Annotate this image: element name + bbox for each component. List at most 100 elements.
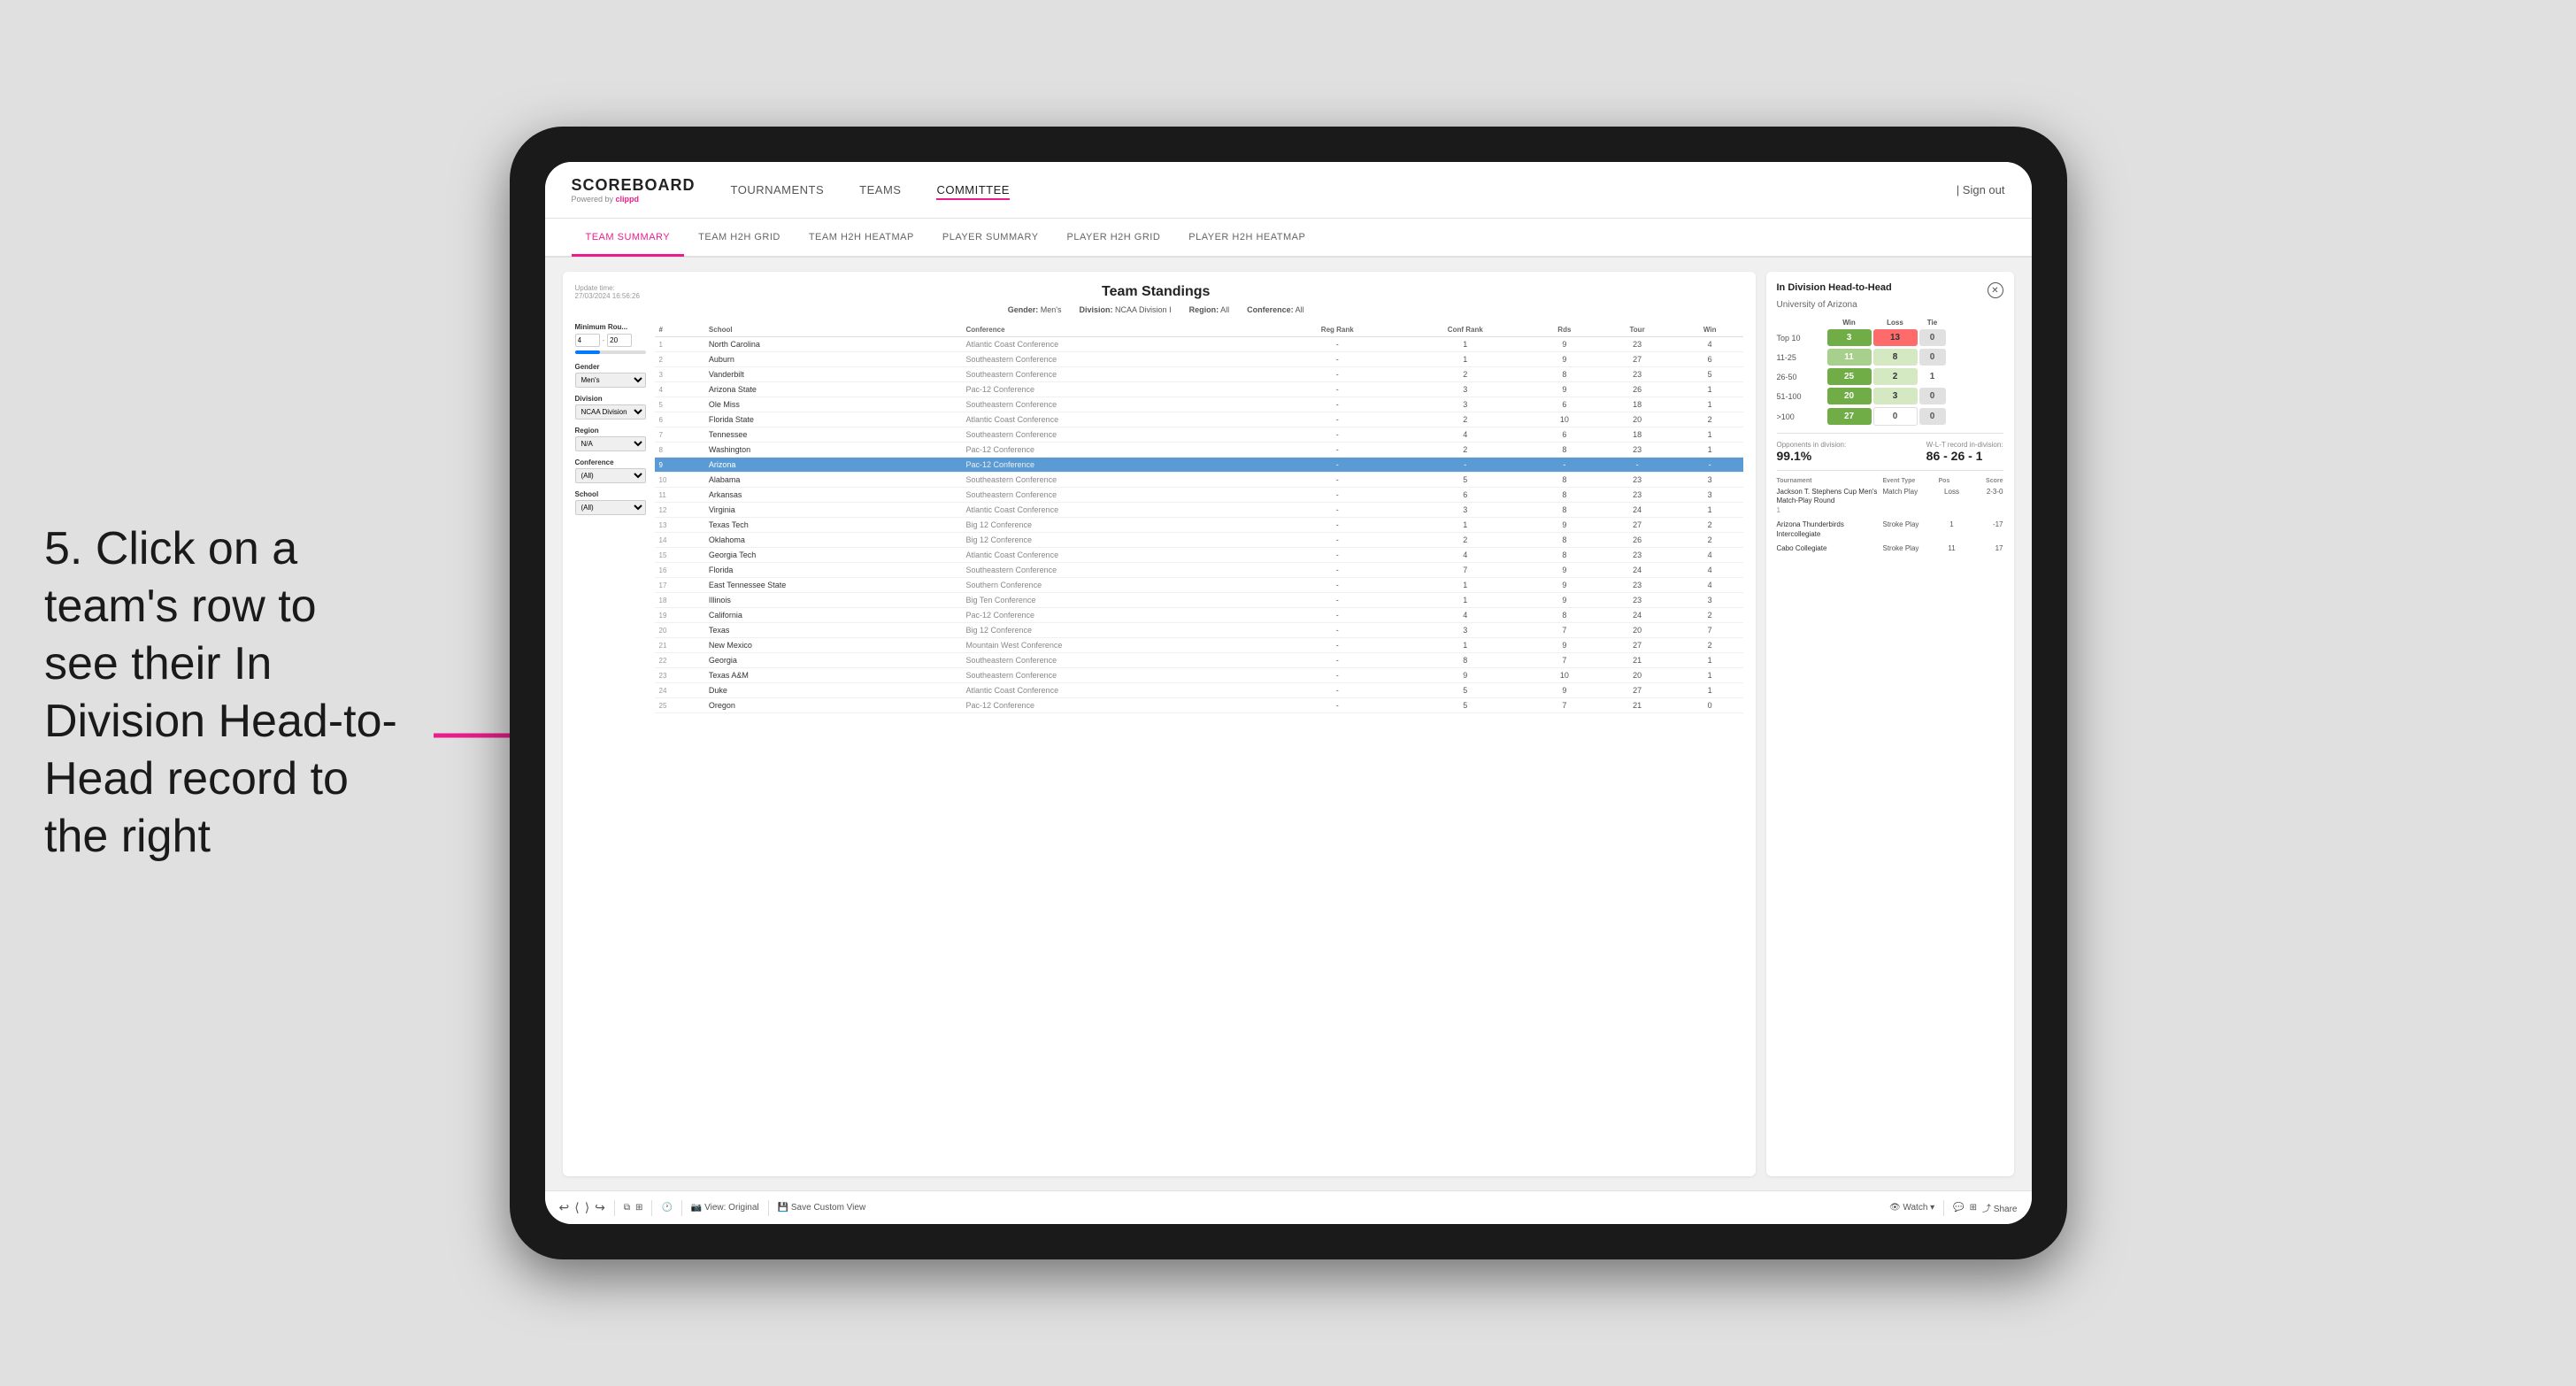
main-area: Update time: 27/03/2024 16:56:26 Team St… [545, 258, 2032, 1190]
cell-reg-rank: - [1275, 367, 1399, 382]
tournament-pos: Loss [1939, 488, 1965, 496]
cell-reg-rank: - [1275, 593, 1399, 608]
table-row[interactable]: 22 Georgia Southeastern Conference - 8 7… [655, 653, 1743, 668]
toolbar-divider1 [614, 1200, 615, 1216]
table-row[interactable]: 14 Oklahoma Big 12 Conference - 2 8 26 2 [655, 533, 1743, 548]
min-rounds-input[interactable] [575, 334, 600, 347]
cell-tour: 27 [1597, 638, 1677, 653]
cell-win: 4 [1677, 548, 1743, 563]
comment-button[interactable]: 💬 [1953, 1203, 1964, 1213]
school-select[interactable]: (All) [575, 500, 646, 515]
table-row[interactable]: 6 Florida State Atlantic Coast Conferenc… [655, 412, 1743, 427]
view-original-button[interactable]: 📷 View: Original [691, 1203, 759, 1213]
h2h-range-label: Top 10 [1777, 334, 1826, 343]
table-row[interactable]: 17 East Tennessee State Southern Confere… [655, 578, 1743, 593]
table-row[interactable]: 10 Alabama Southeastern Conference - 5 8… [655, 473, 1743, 488]
table-row[interactable]: 12 Virginia Atlantic Coast Conference - … [655, 503, 1743, 518]
nav-committee[interactable]: COMMITTEE [936, 180, 1010, 200]
sub-nav-player-summary[interactable]: PLAYER SUMMARY [928, 219, 1053, 257]
conference-filter: Conference: All [1247, 305, 1304, 314]
nav-teams[interactable]: TEAMS [859, 180, 901, 200]
table-row[interactable]: 11 Arkansas Southeastern Conference - 6 … [655, 488, 1743, 503]
cell-school: Arizona [704, 458, 962, 473]
cell-tour: 26 [1597, 382, 1677, 397]
cell-conf-rank: 6 [1399, 488, 1531, 503]
h2h-opponents-label: Opponents in division: [1777, 441, 1847, 449]
table-row[interactable]: 8 Washington Pac-12 Conference - 2 8 23 … [655, 443, 1743, 458]
grid-button[interactable]: ⊞ [1970, 1203, 1977, 1213]
table-row[interactable]: 25 Oregon Pac-12 Conference - 5 7 21 0 [655, 698, 1743, 713]
gender-select[interactable]: Men's [575, 373, 646, 388]
table-row[interactable]: 15 Georgia Tech Atlantic Coast Conferenc… [655, 548, 1743, 563]
table-row[interactable]: 24 Duke Atlantic Coast Conference - 5 9 … [655, 683, 1743, 698]
h2h-loss-cell: 8 [1873, 349, 1918, 366]
step-forward-button[interactable]: ⟩ [585, 1200, 589, 1215]
table-row[interactable]: 9 Arizona Pac-12 Conference - - - - - [655, 458, 1743, 473]
cell-conf-rank: 5 [1399, 683, 1531, 698]
redo-button[interactable]: ↪ [595, 1200, 605, 1215]
table-row[interactable]: 1 North Carolina Atlantic Coast Conferen… [655, 337, 1743, 352]
table-row[interactable]: 3 Vanderbilt Southeastern Conference - 2… [655, 367, 1743, 382]
copy-button[interactable]: ⧉ [624, 1203, 630, 1213]
conference-select[interactable]: (All) [575, 468, 646, 483]
table-row[interactable]: 19 California Pac-12 Conference - 4 8 24… [655, 608, 1743, 623]
step-back-button[interactable]: ⟨ [574, 1200, 579, 1215]
table-row[interactable]: 16 Florida Southeastern Conference - 7 9… [655, 563, 1743, 578]
table-row[interactable]: 23 Texas A&M Southeastern Conference - 9… [655, 668, 1743, 683]
paste-button[interactable]: ⊞ [635, 1203, 642, 1213]
table-row[interactable]: 20 Texas Big 12 Conference - 3 7 20 7 [655, 623, 1743, 638]
sub-nav-team-summary[interactable]: TEAM SUMMARY [572, 219, 685, 257]
undo-button[interactable]: ↩ [559, 1200, 570, 1215]
h2h-win-cell: 11 [1827, 349, 1872, 366]
h2h-panel: In Division Head-to-Head ✕ University of… [1766, 272, 2014, 1176]
h2h-row: 26-50 25 2 1 [1777, 368, 2003, 385]
cell-school: Ole Miss [704, 397, 962, 412]
max-rounds-input[interactable] [607, 334, 632, 347]
sub-nav-team-h2h-grid[interactable]: TEAM H2H GRID [684, 219, 795, 257]
division-select[interactable]: NCAA Division I [575, 404, 646, 420]
sub-nav: TEAM SUMMARY TEAM H2H GRID TEAM H2H HEAT… [545, 219, 2032, 258]
cell-rds: 9 [1531, 518, 1597, 533]
toolbar-divider4 [768, 1200, 769, 1216]
sub-nav-player-h2h-grid[interactable]: PLAYER H2H GRID [1053, 219, 1175, 257]
cell-win: 1 [1677, 397, 1743, 412]
cell-tour: 18 [1597, 397, 1677, 412]
division-filter-label: Division [575, 395, 646, 403]
table-row[interactable]: 13 Texas Tech Big 12 Conference - 1 9 27… [655, 518, 1743, 533]
sign-out-button[interactable]: | Sign out [1957, 183, 2005, 196]
rounds-slider[interactable] [575, 350, 646, 354]
cell-win: 3 [1677, 488, 1743, 503]
sub-nav-player-h2h-heatmap[interactable]: PLAYER H2H HEATMAP [1174, 219, 1319, 257]
cell-win: 5 [1677, 367, 1743, 382]
bottom-toolbar: ↩ ⟨ ⟩ ↪ ⧉ ⊞ 🕐 📷 View: Original 💾 Save Cu… [545, 1190, 2032, 1224]
cell-rank: 23 [655, 668, 704, 683]
tournament-pos: 1 [1939, 520, 1965, 528]
table-row[interactable]: 21 New Mexico Mountain West Conference -… [655, 638, 1743, 653]
cell-tour: 23 [1597, 367, 1677, 382]
table-row[interactable]: 5 Ole Miss Southeastern Conference - 3 6… [655, 397, 1743, 412]
table-row[interactable]: 2 Auburn Southeastern Conference - 1 9 2… [655, 352, 1743, 367]
table-row[interactable]: 18 Illinois Big Ten Conference - 1 9 23 … [655, 593, 1743, 608]
cell-rank: 7 [655, 427, 704, 443]
save-custom-button[interactable]: 💾 Save Custom View [778, 1203, 866, 1213]
cell-reg-rank: - [1275, 427, 1399, 443]
cell-school: New Mexico [704, 638, 962, 653]
sub-nav-team-h2h-heatmap[interactable]: TEAM H2H HEATMAP [795, 219, 928, 257]
cell-rank: 11 [655, 488, 704, 503]
cell-rank: 15 [655, 548, 704, 563]
share-button[interactable]: ⤴ Share [1982, 1201, 2017, 1214]
cell-rds: 9 [1531, 683, 1597, 698]
table-row[interactable]: 4 Arizona State Pac-12 Conference - 3 9 … [655, 382, 1743, 397]
table-row[interactable]: 7 Tennessee Southeastern Conference - 4 … [655, 427, 1743, 443]
h2h-win-cell: 25 [1827, 368, 1872, 385]
col-rds: Rds [1531, 323, 1597, 337]
nav-tournaments[interactable]: TOURNAMENTS [731, 180, 825, 200]
clock-button[interactable]: 🕐 [661, 1203, 672, 1213]
cell-school: Georgia [704, 653, 962, 668]
region-filter-label: Region [575, 427, 646, 435]
h2h-close-button[interactable]: ✕ [1988, 282, 2003, 298]
cell-conf-rank: 1 [1399, 352, 1531, 367]
region-select[interactable]: N/A [575, 436, 646, 451]
cell-tour: 26 [1597, 533, 1677, 548]
watch-button[interactable]: 👁 Watch ▾ [1889, 1203, 1934, 1213]
